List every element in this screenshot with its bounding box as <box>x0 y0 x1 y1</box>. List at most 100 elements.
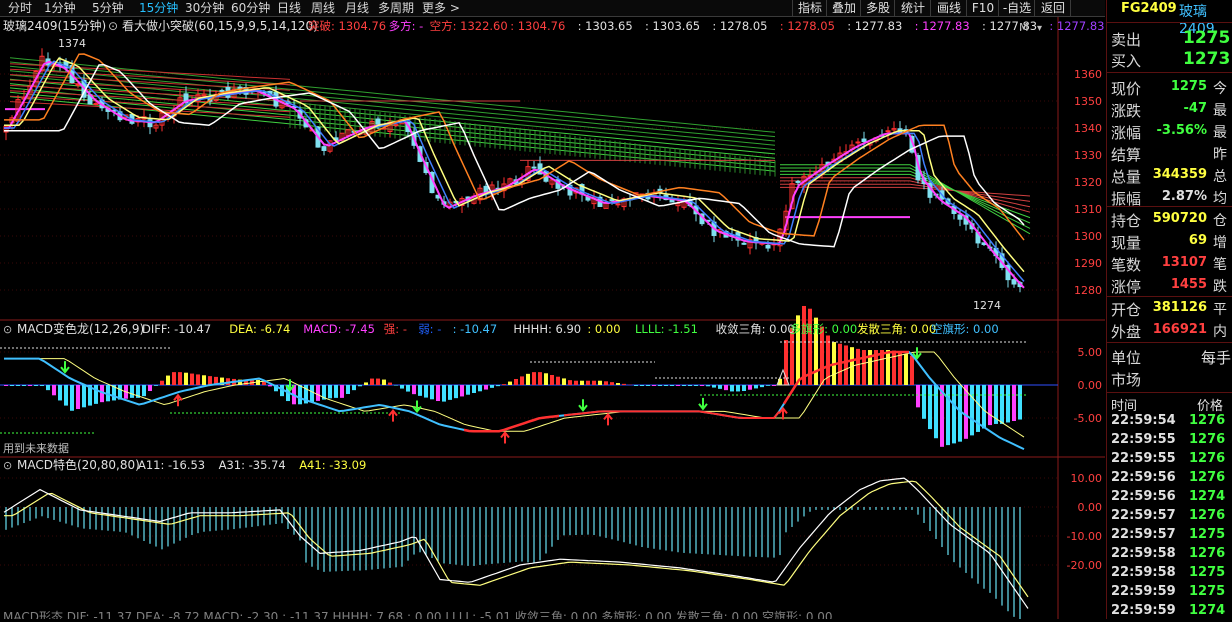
indicator-value: : 1278.05 <box>780 19 835 33</box>
axis-tick-label: 1350 <box>1074 95 1102 108</box>
tick-time: 22:59:56 <box>1111 470 1176 485</box>
quote-row-extra: 笔 <box>1213 254 1227 274</box>
draw-line-button[interactable]: 画线 <box>930 0 967 16</box>
tab-monthly[interactable]: 月线 <box>345 0 369 16</box>
tab-60min[interactable]: 60分钟 <box>231 0 270 16</box>
tick-row[interactable]: 22:59:581276 <box>1107 546 1232 565</box>
back-button[interactable] <box>1070 0 1106 16</box>
quote-row-value: -47 <box>1184 101 1208 116</box>
tick-row[interactable]: 22:59:561276 <box>1107 470 1232 489</box>
buy-label: 买入 <box>1111 50 1141 71</box>
tab-15min[interactable]: 15分钟 <box>139 0 178 16</box>
axis-tick-label: 1320 <box>1074 176 1102 189</box>
quote-row-extra: 最 <box>1213 100 1227 120</box>
tick-time: 22:59:56 <box>1111 489 1176 504</box>
tick-row[interactable]: 22:59:551276 <box>1107 432 1232 451</box>
tick-row[interactable]: 22:59:561274 <box>1107 489 1232 508</box>
indicator-value: 多旗形: 0.00 <box>790 322 858 336</box>
statistics-button[interactable]: 统计 <box>894 0 931 16</box>
indicator-bands <box>5 58 1030 234</box>
indicator-value: : 1303.65 <box>578 19 633 33</box>
indicator-value: : 1303.65 <box>645 19 700 33</box>
tick-row[interactable]: 22:59:591275 <box>1107 584 1232 603</box>
indicator-button[interactable]: 指标 <box>792 0 827 16</box>
axis-tick-label: 10.00 <box>1071 472 1103 485</box>
axis-tick-label: 1360 <box>1074 68 1102 81</box>
indicator-value: 发散三角: 0.00 <box>857 322 936 336</box>
overlay-button[interactable]: 叠加 <box>826 0 861 16</box>
tick-time: 22:59:54 <box>1111 413 1176 428</box>
panel-menu-icon[interactable]: ▾ <box>1037 23 1042 34</box>
axis-tick-label: 1310 <box>1074 203 1102 216</box>
indicator-value: 收敛三角: 0.00 <box>716 322 795 336</box>
macd2-title[interactable]: MACD特色(20,80,80) <box>17 457 140 472</box>
quote-row-label: 总量 <box>1111 166 1141 187</box>
tick-time: 22:59:55 <box>1111 432 1176 447</box>
tab-5min[interactable]: 5分钟 <box>92 0 124 16</box>
macd2-values: A11: -16.53A31: -35.74A41: -33.09 <box>138 458 366 472</box>
quote-row-label: 开仓 <box>1111 299 1141 320</box>
quote-row-extra: 跌 <box>1213 276 1227 296</box>
indicator-value: : 1277.83 <box>847 19 902 33</box>
main-indicator-name[interactable]: 看大做小突破(60,15,9,9,5,14,120) <box>122 18 318 33</box>
axis-tick-label: 0.00 <box>1078 501 1103 514</box>
watchlist-button[interactable]: 返回 <box>1034 0 1071 16</box>
market-label: 市场 <box>1111 369 1141 390</box>
axis-tick-label: 0.00 <box>1078 379 1103 392</box>
tick-price: 1276 <box>1189 451 1225 466</box>
tab-multi-period[interactable]: 多周期 <box>378 0 414 16</box>
low-price-label: 1274 <box>973 299 1001 312</box>
quote-row-label: 现量 <box>1111 232 1141 253</box>
tick-row[interactable]: 22:59:591274 <box>1107 603 1232 622</box>
quote-row-value: 344359 <box>1153 167 1207 182</box>
quote-row-extra: 平 <box>1213 299 1227 319</box>
quote-row-value: 69 <box>1189 233 1207 248</box>
multi-stock-button[interactable]: 多股 <box>860 0 895 16</box>
quote-row-label: 现价 <box>1111 78 1141 99</box>
indicator-value: 弱: - <box>418 322 441 336</box>
macd-shape-panel-header: MACD形态 DIF: -11.37 DEA: -8.72 MACD: -2.3… <box>3 609 833 619</box>
ticks-header-price: 价格 <box>1197 395 1223 414</box>
indicator-value: HHHH: 6.90 <box>513 322 581 336</box>
indicator-value: : 1278.05 <box>712 19 767 33</box>
unit-value: 每手 <box>1201 347 1231 368</box>
quote-row-value: 166921 <box>1153 322 1207 337</box>
tab-more[interactable]: 更多 > <box>422 0 460 16</box>
tick-row[interactable]: 22:59:581275 <box>1107 565 1232 584</box>
sell-label: 卖出 <box>1111 29 1141 50</box>
indicator-value: 突破: 1304.76 <box>308 19 386 33</box>
tick-row[interactable]: 22:59:571275 <box>1107 527 1232 546</box>
indicator-value: 空方: 1322.60 <box>430 19 508 33</box>
tab-time-share[interactable]: 分时 <box>8 0 32 16</box>
quote-row-extra: 均 <box>1213 188 1227 208</box>
buy-price: 1273 <box>1183 49 1230 69</box>
kline-chart[interactable]: 玻璃2409(15分钟) ⊙ 看大做小突破(60,15,9,9,5,14,120… <box>0 17 1105 619</box>
quote-row-value: 1275 <box>1171 79 1207 94</box>
quote-row-extra: 内 <box>1213 321 1227 341</box>
tab-weekly[interactable]: 周线 <box>311 0 335 16</box>
axis-tick-label: 1300 <box>1074 230 1102 243</box>
indicator-value: 强: - <box>384 322 407 336</box>
tick-price: 1276 <box>1189 413 1225 428</box>
collapse-icon[interactable]: ⊙ <box>3 323 12 336</box>
tick-row[interactable]: 22:59:571276 <box>1107 508 1232 527</box>
collapse-icon[interactable]: ⊙ <box>3 459 12 472</box>
quote-row-label: 结算 <box>1111 144 1141 165</box>
tab-1min[interactable]: 1分钟 <box>44 0 76 16</box>
tab-daily[interactable]: 日线 <box>277 0 301 16</box>
tick-time: 22:59:58 <box>1111 565 1176 580</box>
tick-row[interactable]: 22:59:551276 <box>1107 451 1232 470</box>
axis-tick-label: -20.00 <box>1067 559 1102 572</box>
mark-button[interactable]: -自选 <box>998 0 1035 16</box>
tab-30min[interactable]: 30分钟 <box>185 0 224 16</box>
collapse-icon[interactable]: ⊙ <box>108 19 118 33</box>
quote-row-value: -3.56% <box>1157 123 1208 138</box>
unit-label: 单位 <box>1111 347 1141 368</box>
quote-row-value: 13107 <box>1162 255 1207 270</box>
f10-button[interactable]: F10 <box>966 0 999 16</box>
macd1-title[interactable]: MACD变色龙(12,26,9) <box>17 321 144 336</box>
indicator-value: 空旗形: 0.00 <box>931 322 999 336</box>
macd-feature-panel <box>4 478 1028 619</box>
indicator-value: A31: -35.74 <box>219 458 286 472</box>
tick-row[interactable]: 22:59:54 1276 <box>1107 413 1232 432</box>
